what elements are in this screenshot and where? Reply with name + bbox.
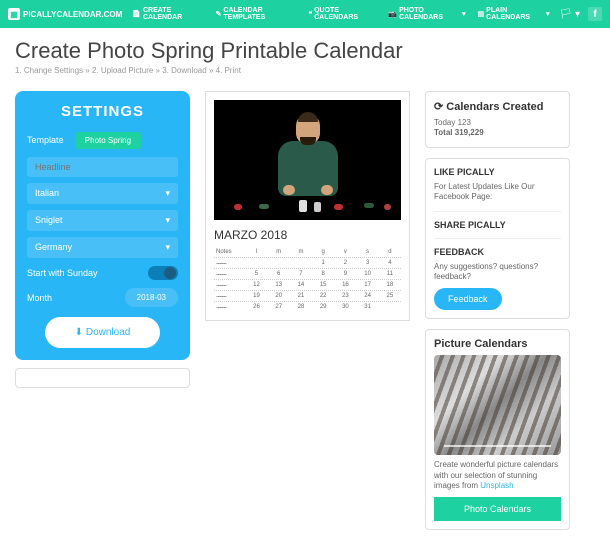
calendar-month-title: MARZO 2018 [214, 228, 401, 242]
logo-text: PICALLYCALENDAR.COM [23, 10, 122, 19]
calendar-week: ...............1234 [214, 257, 401, 268]
empty-panel [15, 368, 190, 388]
nav-templates[interactable]: ✎CALENDAR TEMPLATES [216, 7, 297, 21]
calendar-week: ...............19202122232425 [214, 290, 401, 301]
today-count: Today 123 [434, 118, 561, 128]
feedback-button[interactable]: Feedback [434, 288, 502, 310]
sunday-toggle[interactable] [148, 266, 178, 280]
nav-photo[interactable]: 📷PHOTO CALENDARS ▾ [388, 7, 465, 21]
country-select[interactable]: Germany▾ [27, 237, 178, 258]
calendar-preview: MARZO 2018 Notes l m m g v s d .........… [205, 91, 410, 321]
settings-panel: SETTINGS Template Photo Spring Italian▾ … [15, 91, 190, 360]
month-label: Month [27, 293, 52, 303]
chevron-down-icon: ▾ [165, 242, 170, 253]
feedback-title: FEEDBACK [434, 247, 561, 257]
nav-plain[interactable]: ▤PLAIN CALENDARS ▾ [478, 7, 550, 21]
nav-right: 🏳 ▾ f [560, 7, 603, 21]
chevron-down-icon: ▾ [165, 188, 170, 199]
facebook-icon[interactable]: f [588, 7, 602, 21]
pic-title: Picture Calendars [434, 338, 561, 350]
nav-create[interactable]: 📄CREATE CALENDAR [132, 7, 203, 21]
photo-calendars-button[interactable]: Photo Calendars [434, 497, 561, 521]
calendars-created-card: ⟳ Calendars Created Today 123 Total 319,… [425, 91, 570, 148]
like-text: For Latest Updates Like Our Facebook Pag… [434, 182, 561, 203]
feedback-text: Any suggestions? questions? feedback? [434, 262, 561, 283]
picture-calendars-card: Picture Calendars Create wonderful pictu… [425, 329, 570, 529]
settings-title: SETTINGS [27, 103, 178, 120]
cat-image[interactable] [434, 355, 561, 455]
breadcrumb: 1. Change Settings » 2. Upload Picture »… [0, 64, 610, 83]
logo[interactable]: ▦ PICALLYCALENDAR.COM [8, 8, 122, 20]
download-button[interactable]: ⬇ Download [45, 317, 161, 348]
nav-links: 📄CREATE CALENDAR ✎CALENDAR TEMPLATES ❝QU… [132, 7, 549, 21]
chevron-down-icon: ▾ [165, 215, 170, 226]
calendar-grid: Notes l m m g v s d ...............1234.… [214, 247, 401, 312]
nav-quote[interactable]: ❝QUOTE CALENDARS [308, 7, 376, 21]
language-select[interactable]: Italian▾ [27, 183, 178, 204]
calendar-week: ...............262728293031 [214, 301, 401, 312]
like-title: LIKE PICALLY [434, 167, 561, 177]
notes-header: Notes [214, 247, 245, 257]
navbar: ▦ PICALLYCALENDAR.COM 📄CREATE CALENDAR ✎… [0, 0, 610, 28]
template-label: Template [27, 135, 72, 145]
page-title: Create Photo Spring Printable Calendar [0, 28, 610, 64]
headline-input[interactable] [27, 157, 178, 177]
total-count: Total 319,229 [434, 128, 561, 138]
logo-icon: ▦ [8, 8, 20, 20]
calendar-week: ...............567891011 [214, 268, 401, 279]
font-select[interactable]: Sniglet▾ [27, 210, 178, 231]
flag-icon[interactable]: 🏳 ▾ [560, 9, 581, 20]
template-badge[interactable]: Photo Spring [75, 132, 141, 149]
sunday-label: Start with Sunday [27, 268, 98, 278]
pic-text: Create wonderful picture calendars with … [434, 460, 561, 491]
social-card: LIKE PICALLY For Latest Updates Like Our… [425, 158, 570, 320]
unsplash-link[interactable]: Unsplash [480, 481, 513, 490]
calendar-week: ...............12131415161718 [214, 279, 401, 290]
created-title: ⟳ Calendars Created [434, 100, 561, 113]
month-input[interactable]: 2018-03 [125, 288, 178, 307]
share-title: SHARE PICALLY [434, 220, 561, 230]
calendar-photo[interactable] [214, 100, 401, 220]
